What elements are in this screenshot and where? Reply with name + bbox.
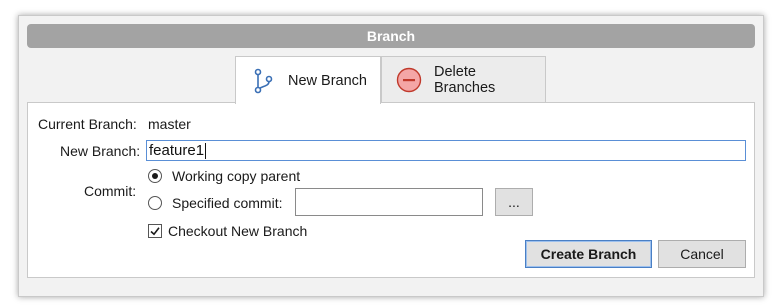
branch-dialog: Branch New Branch Delete Branches Curren…	[18, 15, 764, 297]
current-branch-label: Current Branch:	[38, 116, 137, 132]
new-branch-input[interactable]: feature1	[146, 140, 746, 161]
tab-new-branch-label: New Branch	[288, 72, 367, 89]
new-branch-panel: Current Branch: master New Branch: featu…	[27, 102, 755, 278]
create-branch-button[interactable]: Create Branch	[525, 240, 652, 268]
tab-delete-branches-label: Delete Branches	[434, 64, 496, 96]
specified-commit-label[interactable]: Specified commit:	[172, 195, 282, 211]
create-branch-button-label: Create Branch	[540, 246, 637, 262]
dialog-title: Branch	[366, 28, 416, 44]
tab-new-branch[interactable]: New Branch	[235, 56, 381, 104]
working-copy-parent-label[interactable]: Working copy parent	[172, 168, 300, 184]
browse-commit-button[interactable]: ...	[495, 188, 533, 216]
cancel-button[interactable]: Cancel	[658, 240, 746, 268]
tab-delete-branches[interactable]: Delete Branches	[381, 56, 546, 103]
minus-circle-icon	[396, 67, 422, 93]
browse-commit-button-label: ...	[508, 194, 520, 210]
checkmark-icon	[150, 227, 160, 236]
specified-commit-radio[interactable]	[148, 196, 162, 210]
new-branch-input-value: feature1	[149, 142, 205, 159]
new-branch-label: New Branch:	[60, 143, 141, 159]
checkout-new-branch-label[interactable]: Checkout New Branch	[168, 223, 307, 239]
tab-strip: New Branch Delete Branches	[235, 56, 546, 104]
current-branch-value: master	[148, 116, 191, 132]
commit-label: Commit:	[84, 183, 137, 199]
cancel-button-label: Cancel	[680, 246, 724, 262]
working-copy-parent-radio[interactable]	[148, 169, 162, 183]
specified-commit-input[interactable]	[295, 188, 483, 216]
title-bar[interactable]: Branch	[27, 24, 755, 48]
branch-icon	[250, 68, 276, 94]
checkout-new-branch-checkbox[interactable]	[148, 224, 162, 238]
